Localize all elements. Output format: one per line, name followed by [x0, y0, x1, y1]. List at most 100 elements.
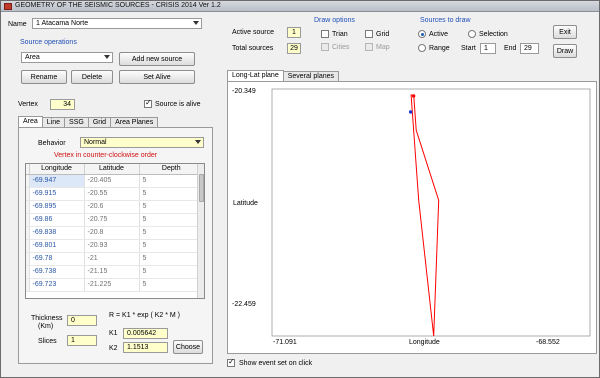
active-source-field[interactable]: 1	[287, 27, 301, 38]
column-header-latitude[interactable]: Latitude	[84, 164, 140, 175]
cell-longitude[interactable]: -69.78	[29, 252, 85, 266]
cell-latitude[interactable]: -20.75	[84, 213, 140, 227]
cell-latitude[interactable]: -20.405	[84, 174, 140, 188]
thickness-field[interactable]: 0	[67, 315, 97, 326]
table-row[interactable]: -69.947 -20.405 5	[26, 174, 204, 188]
table-row[interactable]: -69.915 -20.55 5	[26, 187, 204, 201]
tab-several-planes[interactable]: Several planes	[282, 71, 340, 81]
slices-field[interactable]: 1	[67, 335, 97, 346]
tab-grid[interactable]: Grid	[87, 117, 112, 127]
table-header-row: Longitude Latitude Depth	[26, 164, 204, 175]
k1-field[interactable]: 0.005642	[123, 328, 168, 339]
selection-radio[interactable]	[468, 30, 476, 38]
range-radio[interactable]	[418, 44, 426, 52]
long-lat-plot[interactable]	[227, 81, 597, 354]
show-event-set-checkbox[interactable]	[227, 357, 235, 367]
cell-latitude[interactable]: -21.225	[84, 278, 140, 292]
active-radio[interactable]	[418, 30, 426, 38]
range-end-field[interactable]: 29	[520, 43, 539, 54]
scrollbar-thumb[interactable]	[199, 174, 204, 202]
cell-depth[interactable]: 5	[139, 174, 204, 188]
table-scrollbar[interactable]	[197, 164, 204, 298]
cell-longitude[interactable]: -69.738	[29, 265, 85, 279]
table-row[interactable]: -69.838 -20.8 5	[26, 226, 204, 240]
table-row[interactable]: -69.738 -21.15 5	[26, 265, 204, 279]
table-row[interactable]: -69.78 -21 5	[26, 252, 204, 266]
active-vertex-marker	[408, 110, 413, 114]
total-sources-field: 29	[287, 43, 301, 54]
k2-field[interactable]: 1.1513	[123, 342, 168, 353]
cell-depth[interactable]: 5	[139, 200, 204, 214]
source-name-value: 1 Atacama Norte	[36, 20, 89, 27]
y-axis-label: Latitude	[233, 200, 258, 207]
source-alive-label: Source is alive	[155, 101, 201, 108]
cell-latitude[interactable]: -20.6	[84, 200, 140, 214]
cell-latitude[interactable]: -20.93	[84, 239, 140, 253]
cell-latitude[interactable]: -20.8	[84, 226, 140, 240]
chevron-down-icon	[193, 21, 199, 25]
cities-checkbox[interactable]	[321, 43, 329, 51]
cell-latitude[interactable]: -21.15	[84, 265, 140, 279]
y-min-label: -22.459	[232, 301, 256, 308]
source-alive-checkbox[interactable]	[144, 98, 152, 108]
magnitude-formula: R = K1 * exp ( K2 * M )	[109, 312, 180, 319]
delete-button[interactable]: Delete	[71, 70, 113, 84]
range-start-label: Start	[461, 45, 476, 52]
cell-longitude[interactable]: -69.915	[29, 187, 85, 201]
grid-checkbox[interactable]	[365, 30, 373, 38]
cell-depth[interactable]: 5	[139, 265, 204, 279]
table-row[interactable]: -69.895 -20.6 5	[26, 200, 204, 214]
cell-depth[interactable]: 5	[139, 239, 204, 253]
cell-latitude[interactable]: -21	[84, 252, 140, 266]
trian-checkbox[interactable]	[321, 30, 329, 38]
behavior-label: Behavior	[38, 140, 66, 147]
cell-longitude[interactable]: -69.801	[29, 239, 85, 253]
k2-label: K2	[109, 345, 118, 352]
range-radio-label: Range	[429, 45, 450, 52]
tab-long-lat-plane[interactable]: Long-Lat plane	[227, 70, 284, 81]
vertex-field[interactable]: 34	[50, 99, 75, 110]
draw-button[interactable]: Draw	[553, 44, 577, 58]
cell-latitude[interactable]: -20.55	[84, 187, 140, 201]
cell-depth[interactable]: 5	[139, 252, 204, 266]
cities-label: Cities	[332, 44, 350, 51]
cell-longitude[interactable]: -69.895	[29, 200, 85, 214]
grid-label: Grid	[376, 31, 390, 38]
add-new-source-button[interactable]: Add new source	[119, 52, 195, 66]
tab-area-planes[interactable]: Area Planes	[110, 117, 159, 127]
range-start-field[interactable]: 1	[480, 43, 496, 54]
column-header-depth[interactable]: Depth	[139, 164, 204, 175]
cell-depth[interactable]: 5	[139, 187, 204, 201]
tab-line[interactable]: Line	[41, 117, 66, 127]
cell-depth[interactable]: 5	[139, 213, 204, 227]
exit-button[interactable]: Exit	[553, 25, 577, 39]
cell-longitude[interactable]: -69.723	[29, 278, 85, 292]
map-checkbox[interactable]	[365, 43, 373, 51]
active-radio-label: Active	[429, 31, 449, 38]
behavior-select[interactable]: Normal	[80, 137, 204, 148]
range-end-label: End	[504, 45, 517, 52]
vertex-order-note: Vertex in counter-clockwise order	[54, 152, 158, 159]
tab-ssg[interactable]: SSG	[64, 117, 89, 127]
source-name-select[interactable]: 1 Atacama Norte	[32, 18, 202, 29]
cell-longitude[interactable]: -69.838	[29, 226, 85, 240]
window-title: GEOMETRY OF THE SEISMIC SOURCES - CRISIS…	[15, 2, 221, 9]
tab-area[interactable]: Area	[18, 116, 43, 127]
set-alive-button[interactable]: Set Alive	[119, 70, 195, 84]
cell-depth[interactable]: 5	[139, 226, 204, 240]
cell-depth[interactable]: 5	[139, 278, 204, 292]
table-row[interactable]: -69.801 -20.93 5	[26, 239, 204, 253]
chevron-down-icon	[195, 140, 201, 144]
table-row[interactable]: -69.86 -20.75 5	[26, 213, 204, 227]
total-sources-label: Total sources	[232, 45, 274, 52]
cell-longitude[interactable]: -69.947	[29, 174, 85, 188]
chevron-down-icon	[104, 55, 110, 59]
table-row[interactable]: -69.723 -21.225 5	[26, 278, 204, 292]
source-operations-title: Source operations	[20, 39, 77, 46]
draw-options-title: Draw options	[314, 17, 355, 24]
choose-button[interactable]: Choose	[173, 340, 203, 354]
cell-longitude[interactable]: -69.86	[29, 213, 85, 227]
rename-button[interactable]: Rename	[21, 70, 67, 84]
column-header-longitude[interactable]: Longitude	[29, 164, 85, 175]
source-type-select[interactable]: Area	[21, 52, 113, 63]
